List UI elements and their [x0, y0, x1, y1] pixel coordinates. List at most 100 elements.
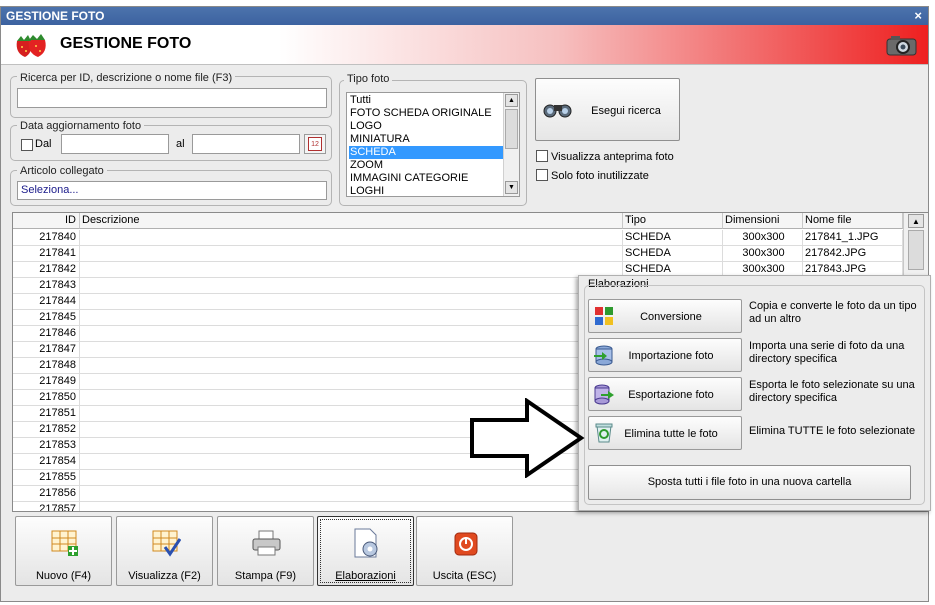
conversione-description: Copia e converte le foto da un tipo ad u…	[749, 300, 917, 325]
elimina-label: Elimina tutte le foto	[624, 428, 718, 440]
cell-dim: 300x300	[723, 230, 803, 245]
photo-type-option[interactable]: IMMAGINI CATEGORIE	[349, 172, 503, 185]
column-header-tipo[interactable]: Tipo	[623, 213, 723, 229]
cell-id: 217852	[13, 422, 80, 437]
elaborazioni-panel: Elaborazioni Conversione Copia e convert…	[578, 275, 931, 511]
cell-tipo: SCHEDA	[623, 246, 723, 261]
scroll-thumb[interactable]	[505, 109, 518, 149]
cell-file: 217842.JPG	[803, 246, 903, 261]
column-header-nome-file[interactable]: Nome file	[803, 213, 903, 229]
search-button[interactable]: Esegui ricerca	[535, 78, 680, 141]
scroll-up-icon[interactable]: ▲	[505, 94, 518, 107]
photo-type-option[interactable]: LOGHI	[349, 185, 503, 196]
elimina-description: Elimina TUTTE le foto selezionate	[749, 425, 916, 437]
date-filter-checkbox[interactable]	[21, 139, 33, 151]
header-title: GESTIONE FOTO	[60, 35, 192, 52]
scroll-thumb[interactable]	[908, 230, 924, 270]
cell-file: 217841_1.JPG	[803, 230, 903, 245]
esportazione-button[interactable]: Esportazione foto	[588, 377, 742, 411]
date-filter-legend: Data aggiornamento foto	[17, 120, 145, 132]
photo-type-listbox[interactable]: Tutti FOTO SCHEDA ORIGINALE LOGO MINIATU…	[346, 92, 520, 197]
cell-tipo: SCHEDA	[623, 230, 723, 245]
view-grid-icon	[152, 530, 181, 557]
cell-id: 217854	[13, 454, 80, 469]
cell-id: 217849	[13, 374, 80, 389]
scroll-up-icon[interactable]: ▲	[908, 214, 924, 228]
window-titlebar: GESTIONE FOTO ×	[1, 7, 928, 25]
column-header-id[interactable]: ID	[13, 213, 80, 229]
photo-type-option[interactable]: Tutti	[349, 94, 503, 107]
printer-icon	[252, 530, 281, 556]
unused-label: Solo foto inutilizzate	[551, 170, 649, 182]
uscita-button[interactable]: Uscita (ESC)	[416, 516, 513, 586]
cell-desc	[80, 502, 623, 511]
nuovo-button[interactable]: Nuovo (F4)	[15, 516, 112, 586]
close-icon[interactable]: ×	[914, 7, 922, 25]
importazione-label: Importazione foto	[628, 350, 714, 362]
header-banner: GESTIONE FOTO	[1, 25, 928, 65]
date-to-field[interactable]	[192, 134, 300, 154]
cell-desc	[80, 342, 623, 357]
cell-desc	[80, 278, 623, 293]
column-header-dimensioni[interactable]: Dimensioni	[723, 213, 803, 229]
esportazione-description: Esporta le foto selezionate su una direc…	[749, 379, 915, 404]
elaborazioni-button[interactable]: Elaborazioni	[317, 516, 414, 586]
binoculars-icon	[543, 104, 572, 118]
photo-type-option[interactable]: LOGO	[349, 120, 503, 133]
cell-id: 217857	[13, 502, 80, 511]
scroll-down-icon[interactable]: ▼	[505, 181, 518, 194]
arrow-annotation-icon	[470, 398, 585, 478]
photo-type-option[interactable]: MINIATURA	[349, 133, 503, 146]
date-from-field[interactable]	[61, 134, 169, 154]
table-row[interactable]: 217841 SCHEDA 300x300 217842.JPG	[13, 246, 903, 262]
search-input[interactable]	[17, 88, 327, 108]
importazione-button[interactable]: Importazione foto	[588, 338, 742, 372]
unused-checkbox[interactable]	[536, 169, 548, 181]
cell-id: 217853	[13, 438, 80, 453]
conversione-button[interactable]: Conversione	[588, 299, 742, 333]
photo-type-scrollbar[interactable]: ▲ ▼	[503, 93, 519, 196]
cell-desc	[80, 310, 623, 325]
elaborazioni-label: Elaborazioni	[335, 570, 396, 582]
table-row[interactable]: 217840 SCHEDA 300x300 217841_1.JPG	[13, 230, 903, 246]
cell-desc	[80, 246, 623, 261]
stampa-button[interactable]: Stampa (F9)	[217, 516, 314, 586]
cell-desc	[80, 230, 623, 245]
camera-icon	[886, 36, 917, 56]
cell-id: 217846	[13, 326, 80, 341]
preview-checkbox[interactable]	[536, 150, 548, 162]
cell-id: 217841	[13, 246, 80, 261]
cell-desc	[80, 262, 623, 277]
move-all-button[interactable]: Sposta tutti i file foto in una nuova ca…	[588, 465, 911, 500]
cell-id: 217848	[13, 358, 80, 373]
cell-id: 217855	[13, 470, 80, 485]
photo-type-legend: Tipo foto	[344, 73, 393, 85]
new-grid-icon	[51, 530, 78, 556]
cell-id: 217842	[13, 262, 80, 277]
cell-id: 217850	[13, 390, 80, 405]
cell-dim: 300x300	[723, 246, 803, 261]
search-legend: Ricerca per ID, descrizione o nome file …	[17, 72, 236, 84]
cell-desc	[80, 374, 623, 389]
date-to-label: al	[176, 138, 185, 150]
preview-label: Visualizza anteprima foto	[551, 151, 674, 163]
photo-type-option[interactable]: ZOOM	[349, 159, 503, 172]
elimina-button[interactable]: Elimina tutte le foto	[588, 416, 742, 450]
uscita-label: Uscita (ESC)	[432, 570, 497, 582]
photo-type-option-selected[interactable]: SCHEDA	[349, 146, 503, 159]
calendar-icon: 12	[308, 137, 322, 151]
calendar-button[interactable]: 12	[304, 134, 326, 154]
date-from-label: Dal	[35, 138, 52, 150]
cell-desc	[80, 326, 623, 341]
nuovo-label: Nuovo (F4)	[35, 570, 92, 582]
visualizza-label: Visualizza (F2)	[128, 570, 201, 582]
article-select[interactable]: Seleziona...	[17, 181, 327, 200]
visualizza-button[interactable]: Visualizza (F2)	[116, 516, 213, 586]
cell-id: 217844	[13, 294, 80, 309]
cell-id: 217843	[13, 278, 80, 293]
conversione-label: Conversione	[640, 311, 702, 323]
photo-type-option[interactable]: FOTO SCHEDA ORIGINALE	[349, 107, 503, 120]
strawberry-icon	[16, 34, 46, 57]
column-header-descrizione[interactable]: Descrizione	[80, 213, 623, 229]
cell-id: 217851	[13, 406, 80, 421]
